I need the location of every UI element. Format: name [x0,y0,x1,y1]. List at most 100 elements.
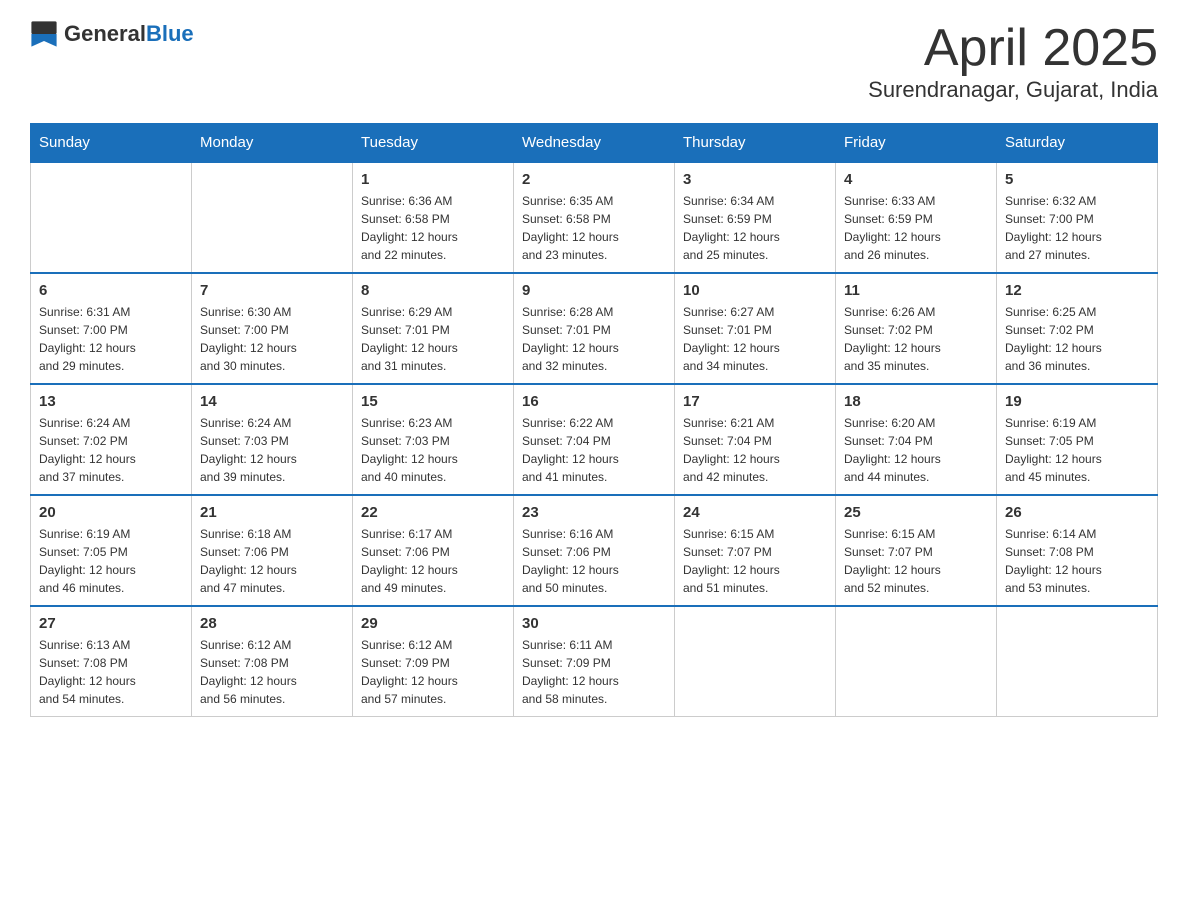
day-cell: 9 Sunrise: 6:28 AMSunset: 7:01 PMDaylight… [514,273,675,384]
day-info: Sunrise: 6:29 AMSunset: 7:01 PMDaylight:… [361,303,505,375]
day-cell: 3 Sunrise: 6:34 AMSunset: 6:59 PMDaylight… [675,162,836,273]
logo-icon [30,20,58,48]
day-number: 28 [200,615,344,632]
day-info: Sunrise: 6:22 AMSunset: 7:04 PMDaylight:… [522,414,666,486]
day-cell: 14Sunrise: 6:24 AMSunset: 7:03 PMDayligh… [192,384,353,495]
header-cell-thursday: Thursday [675,124,836,163]
logo: GeneralBlue [30,20,194,48]
week-row-2: 6 Sunrise: 6:31 AMSunset: 7:00 PMDaylight… [31,273,1158,384]
day-info: Sunrise: 6:21 AMSunset: 7:04 PMDaylight:… [683,414,827,486]
day-info: Sunrise: 6:30 AMSunset: 7:00 PMDaylight:… [200,303,344,375]
day-cell: 25 Sunrise: 6:15 AMSunset: 7:07 PMDayligh… [836,495,997,606]
title-block: April 2025 Surendranagar, Gujarat, India [868,20,1158,103]
day-info: Sunrise: 6:20 AMSunset: 7:04 PMDaylight:… [844,414,988,486]
day-info: Sunrise: 6:15 AMSunset: 7:07 PMDaylight:… [683,525,827,597]
logo-text-general: General [64,21,146,46]
week-row-5: 27 Sunrise: 6:13 AMSunset: 7:08 PMDayligh… [31,606,1158,717]
day-number: 29 [361,615,505,632]
day-cell: 10Sunrise: 6:27 AMSunset: 7:01 PMDayligh… [675,273,836,384]
day-info: Sunrise: 6:36 AMSunset: 6:58 PMDaylight:… [361,192,505,264]
day-cell [31,162,192,273]
day-number: 15 [361,393,505,410]
day-cell: 16 Sunrise: 6:22 AMSunset: 7:04 PMDayligh… [514,384,675,495]
day-number: 16 [522,393,666,410]
day-number: 3 [683,171,827,188]
day-number: 21 [200,504,344,521]
day-cell: 18 Sunrise: 6:20 AMSunset: 7:04 PMDayligh… [836,384,997,495]
day-cell: 17Sunrise: 6:21 AMSunset: 7:04 PMDayligh… [675,384,836,495]
day-info: Sunrise: 6:23 AMSunset: 7:03 PMDaylight:… [361,414,505,486]
day-cell [192,162,353,273]
day-cell: 19Sunrise: 6:19 AMSunset: 7:05 PMDayligh… [997,384,1158,495]
day-cell: 15 Sunrise: 6:23 AMSunset: 7:03 PMDayligh… [353,384,514,495]
logo-text-blue: Blue [146,21,194,46]
day-info: Sunrise: 6:12 AMSunset: 7:09 PMDaylight:… [361,636,505,708]
day-number: 7 [200,282,344,299]
day-number: 6 [39,282,183,299]
header-cell-saturday: Saturday [997,124,1158,163]
day-cell: 27 Sunrise: 6:13 AMSunset: 7:08 PMDayligh… [31,606,192,717]
header-row: SundayMondayTuesdayWednesdayThursdayFrid… [31,124,1158,163]
day-number: 30 [522,615,666,632]
day-info: Sunrise: 6:31 AMSunset: 7:00 PMDaylight:… [39,303,183,375]
day-cell: 28 Sunrise: 6:12 AMSunset: 7:08 PMDayligh… [192,606,353,717]
day-number: 9 [522,282,666,299]
header-cell-wednesday: Wednesday [514,124,675,163]
day-info: Sunrise: 6:14 AMSunset: 7:08 PMDaylight:… [1005,525,1149,597]
header-cell-friday: Friday [836,124,997,163]
day-info: Sunrise: 6:19 AMSunset: 7:05 PMDaylight:… [39,525,183,597]
day-info: Sunrise: 6:15 AMSunset: 7:07 PMDaylight:… [844,525,988,597]
day-number: 22 [361,504,505,521]
day-info: Sunrise: 6:17 AMSunset: 7:06 PMDaylight:… [361,525,505,597]
day-cell: 26 Sunrise: 6:14 AMSunset: 7:08 PMDayligh… [997,495,1158,606]
calendar-header: SundayMondayTuesdayWednesdayThursdayFrid… [31,124,1158,163]
day-number: 24 [683,504,827,521]
day-info: Sunrise: 6:35 AMSunset: 6:58 PMDaylight:… [522,192,666,264]
day-cell: 22 Sunrise: 6:17 AMSunset: 7:06 PMDayligh… [353,495,514,606]
day-cell: 1 Sunrise: 6:36 AMSunset: 6:58 PMDaylight… [353,162,514,273]
day-info: Sunrise: 6:16 AMSunset: 7:06 PMDaylight:… [522,525,666,597]
day-number: 19 [1005,393,1149,410]
day-number: 11 [844,282,988,299]
day-info: Sunrise: 6:28 AMSunset: 7:01 PMDaylight:… [522,303,666,375]
header-cell-sunday: Sunday [31,124,192,163]
day-info: Sunrise: 6:24 AMSunset: 7:02 PMDaylight:… [39,414,183,486]
day-cell: 13 Sunrise: 6:24 AMSunset: 7:02 PMDayligh… [31,384,192,495]
day-cell [997,606,1158,717]
calendar-body: 1 Sunrise: 6:36 AMSunset: 6:58 PMDaylight… [31,162,1158,717]
day-info: Sunrise: 6:27 AMSunset: 7:01 PMDaylight:… [683,303,827,375]
day-number: 1 [361,171,505,188]
header-cell-monday: Monday [192,124,353,163]
day-cell: 30Sunrise: 6:11 AMSunset: 7:09 PMDayligh… [514,606,675,717]
calendar-title: April 2025 [868,20,1158,77]
header-cell-tuesday: Tuesday [353,124,514,163]
day-info: Sunrise: 6:12 AMSunset: 7:08 PMDaylight:… [200,636,344,708]
day-number: 18 [844,393,988,410]
day-cell: 24 Sunrise: 6:15 AMSunset: 7:07 PMDayligh… [675,495,836,606]
day-number: 4 [844,171,988,188]
day-info: Sunrise: 6:13 AMSunset: 7:08 PMDaylight:… [39,636,183,708]
day-info: Sunrise: 6:26 AMSunset: 7:02 PMDaylight:… [844,303,988,375]
day-cell: 7 Sunrise: 6:30 AMSunset: 7:00 PMDaylight… [192,273,353,384]
day-cell [836,606,997,717]
day-info: Sunrise: 6:33 AMSunset: 6:59 PMDaylight:… [844,192,988,264]
week-row-4: 20 Sunrise: 6:19 AMSunset: 7:05 PMDayligh… [31,495,1158,606]
day-info: Sunrise: 6:24 AMSunset: 7:03 PMDaylight:… [200,414,344,486]
day-number: 20 [39,504,183,521]
day-number: 13 [39,393,183,410]
page-header: GeneralBlue April 2025 Surendranagar, Gu… [30,20,1158,103]
week-row-3: 13 Sunrise: 6:24 AMSunset: 7:02 PMDayligh… [31,384,1158,495]
day-info: Sunrise: 6:34 AMSunset: 6:59 PMDaylight:… [683,192,827,264]
day-number: 25 [844,504,988,521]
day-number: 8 [361,282,505,299]
day-number: 23 [522,504,666,521]
day-info: Sunrise: 6:25 AMSunset: 7:02 PMDaylight:… [1005,303,1149,375]
week-row-1: 1 Sunrise: 6:36 AMSunset: 6:58 PMDaylight… [31,162,1158,273]
day-number: 27 [39,615,183,632]
day-cell [675,606,836,717]
calendar-table: SundayMondayTuesdayWednesdayThursdayFrid… [30,123,1158,717]
day-cell: 11 Sunrise: 6:26 AMSunset: 7:02 PMDayligh… [836,273,997,384]
day-cell: 4 Sunrise: 6:33 AMSunset: 6:59 PMDaylight… [836,162,997,273]
day-cell: 29 Sunrise: 6:12 AMSunset: 7:09 PMDayligh… [353,606,514,717]
day-number: 26 [1005,504,1149,521]
